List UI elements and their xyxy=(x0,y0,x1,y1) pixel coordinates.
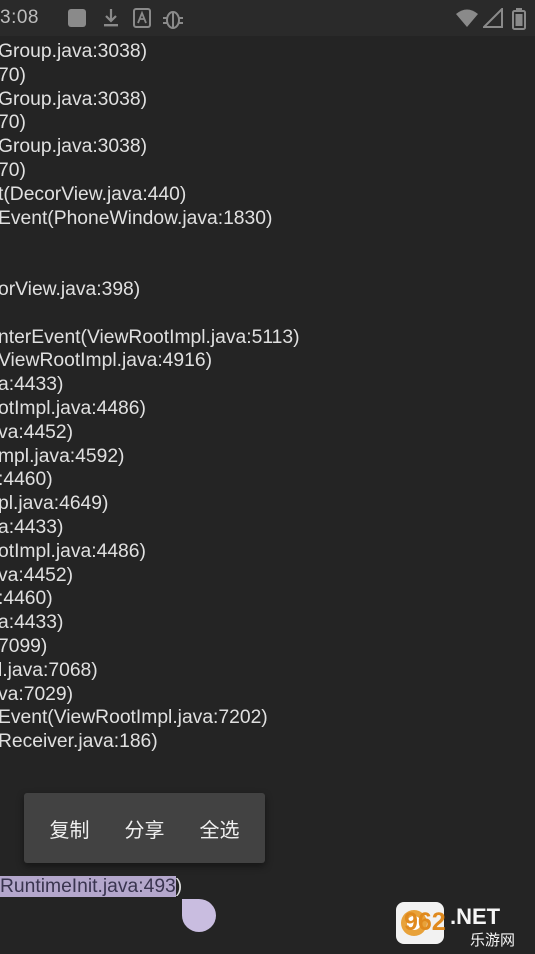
selection-handle[interactable] xyxy=(182,899,216,932)
watermark-sub: 乐游网 xyxy=(470,931,515,949)
log-line[interactable]: t(DecorView.java:440) xyxy=(0,183,186,207)
app-icon xyxy=(67,8,87,28)
log-line[interactable]: ViewRootImpl.java:4916) xyxy=(0,349,212,373)
log-line[interactable]: va:4452) xyxy=(0,564,73,588)
log-line[interactable]: l.java:7068) xyxy=(0,659,98,683)
log-line[interactable]: otImpl.java:4486) xyxy=(0,540,146,564)
text-selection-menu: 复制 分享 全选 xyxy=(24,793,265,863)
status-time: 3:08 xyxy=(0,7,39,28)
log-line[interactable]: otImpl.java:4486) xyxy=(0,397,146,421)
status-bar: 3:08 xyxy=(0,0,535,36)
log-line[interactable]: Event(ViewRootImpl.java:7202) xyxy=(0,706,268,730)
signal-icon xyxy=(483,8,503,28)
log-line[interactable]: Group.java:3038) xyxy=(0,88,147,112)
log-line[interactable]: Receiver.java:186) xyxy=(0,730,158,754)
log-line[interactable]: mpl.java:4592) xyxy=(0,445,124,469)
wifi-icon xyxy=(455,8,479,28)
log-line[interactable]: Group.java:3038) xyxy=(0,40,147,64)
log-line[interactable]: :4460) xyxy=(0,468,53,492)
log-line[interactable]: a:4433) xyxy=(0,373,63,397)
selected-log-line[interactable]: RuntimeInit.java:493) xyxy=(0,875,182,899)
battery-icon xyxy=(512,8,526,30)
watermark-brand: 962 xyxy=(404,908,446,936)
share-button[interactable]: 分享 xyxy=(119,804,171,853)
log-line[interactable]: :4460) xyxy=(0,587,53,611)
log-line[interactable]: a:4433) xyxy=(0,611,63,635)
log-line[interactable]: Event(PhoneWindow.java:1830) xyxy=(0,207,272,231)
unselected-text: ) xyxy=(175,876,183,897)
log-line[interactable]: 70) xyxy=(0,64,26,88)
log-line[interactable]: pl.java:4649) xyxy=(0,492,108,516)
a-icon xyxy=(133,8,151,28)
log-line[interactable]: 70) xyxy=(0,159,26,183)
log-line[interactable]: orView.java:398) xyxy=(0,278,140,302)
log-line[interactable]: nterEvent(ViewRootImpl.java:5113) xyxy=(0,326,300,350)
log-line[interactable]: 7099) xyxy=(0,635,47,659)
watermark-net: .NET xyxy=(450,904,501,929)
watermark-logo: 962 .NET 乐游网 xyxy=(392,898,532,950)
download-icon xyxy=(102,8,120,28)
log-line[interactable]: a:4433) xyxy=(0,516,63,540)
log-line[interactable]: va:7029) xyxy=(0,683,73,707)
log-line[interactable]: Group.java:3038) xyxy=(0,135,147,159)
bug-icon xyxy=(162,8,184,30)
log-line[interactable]: 70) xyxy=(0,111,26,135)
copy-button[interactable]: 复制 xyxy=(44,804,96,853)
select-all-button[interactable]: 全选 xyxy=(194,804,246,853)
log-line[interactable]: va:4452) xyxy=(0,421,73,445)
selected-text[interactable]: RuntimeInit.java:493 xyxy=(0,876,176,897)
